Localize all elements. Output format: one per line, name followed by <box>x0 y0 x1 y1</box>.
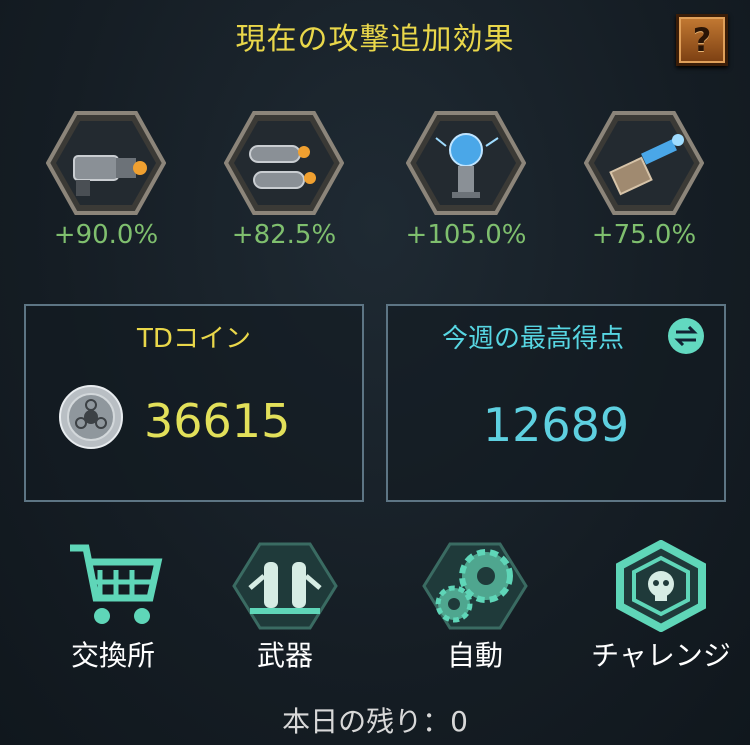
buff-twin-cannon: +82.5% <box>214 108 354 250</box>
twin-cannon-icon <box>224 111 344 215</box>
help-question-icon: ? <box>692 21 712 59</box>
buff-laser: +75.0% <box>574 108 714 250</box>
tesla-coil-icon <box>406 111 526 215</box>
shop-cart-icon <box>70 544 163 624</box>
challenge-skull-icon <box>616 540 706 632</box>
menu-label: 交換所 <box>70 639 155 672</box>
buff-gatling: +90.0% <box>36 108 176 250</box>
buff-value: +75.0% <box>591 220 697 250</box>
attack-buffs: +90.0% +82.5% +105.0% +75.0% <box>0 108 750 258</box>
coin-value: 36615 <box>144 394 291 448</box>
page-title: 現在の攻撃追加効果 <box>235 22 515 57</box>
score-panel-title: 今週の最高得点 <box>441 324 624 354</box>
gatling-gun-icon <box>46 111 166 215</box>
menu-shop[interactable]: 交換所 <box>38 540 188 674</box>
menu-weapons[interactable]: 武器 <box>210 540 360 674</box>
swap-icon <box>674 326 698 346</box>
menu-label: 自動 <box>446 639 503 672</box>
weapons-icon <box>232 542 338 630</box>
laser-cannon-icon <box>584 111 704 215</box>
coin-icon <box>59 385 123 449</box>
buff-value: +82.5% <box>231 220 337 250</box>
gears-icon <box>422 542 528 630</box>
td-coin-panel: TDコイン 36615 <box>24 304 364 502</box>
buff-value: +90.0% <box>53 220 159 250</box>
weekly-high-score-panel: 今週の最高得点 12689 <box>386 304 726 502</box>
menu-challenge[interactable]: チャレンジ <box>586 540 736 674</box>
buff-tesla: +105.0% <box>396 108 536 250</box>
swap-button[interactable] <box>668 318 704 354</box>
menu-label: チャレンジ <box>591 639 731 672</box>
coin-panel-title: TDコイン <box>137 324 251 354</box>
help-button[interactable]: ? <box>676 14 728 66</box>
menu-auto[interactable]: 自動 <box>400 540 550 674</box>
buff-value: +105.0% <box>405 220 527 250</box>
remaining-count: 本日の残り：0 <box>282 705 468 738</box>
menu-label: 武器 <box>256 639 313 672</box>
score-value: 12689 <box>482 398 630 452</box>
